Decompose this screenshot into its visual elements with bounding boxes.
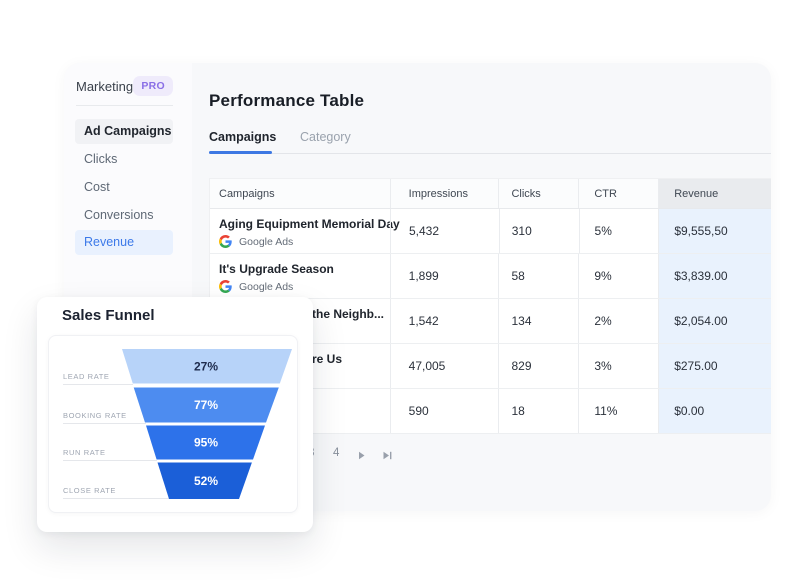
revenue-cell: $9,555,50: [658, 209, 771, 253]
sidebar-item-ad-campaigns[interactable]: Ad Campaigns: [75, 119, 173, 144]
last-page-icon[interactable]: [382, 451, 393, 460]
column-header-impressions[interactable]: Impressions: [390, 179, 499, 208]
revenue-cell: $275.00: [658, 344, 771, 388]
funnel-chart: LEAD RATE BOOKING RATE RUN RATE CLOSE RA…: [48, 335, 298, 513]
dashboard-screenshot: Marketing PRO Ad Campaigns Clicks Cost C…: [0, 0, 811, 580]
clicks-cell: 310: [499, 209, 579, 253]
next-page-icon[interactable]: [357, 451, 366, 460]
ctr-cell: 9%: [578, 254, 658, 298]
tabs-divider: [209, 153, 771, 154]
sidebar-item-revenue[interactable]: Revenue: [75, 230, 173, 255]
campaign-source-label: Google Ads: [239, 236, 293, 248]
revenue-cell: $3,839.00: [658, 254, 771, 298]
campaign-source: Google Ads: [219, 235, 293, 248]
impressions-cell: 5,432: [390, 209, 499, 253]
campaign-cell: It's Upgrade Season Google Ads: [210, 254, 390, 298]
impressions-cell: 590: [390, 389, 499, 433]
ctr-cell: 2%: [578, 299, 658, 343]
revenue-cell: $0.00: [658, 389, 771, 433]
column-header-campaigns[interactable]: Campaigns: [210, 179, 390, 208]
pro-badge: PRO: [133, 76, 173, 96]
impressions-cell: 1,542: [390, 299, 499, 343]
impressions-cell: 1,899: [390, 254, 499, 298]
ctr-cell: 3%: [578, 344, 658, 388]
funnel-value-close: 52%: [194, 474, 218, 488]
campaign-source-label: Google Ads: [239, 281, 293, 293]
funnel-value-run: 95%: [194, 436, 218, 450]
page-button-4[interactable]: 4: [333, 447, 339, 459]
google-ads-icon: [219, 235, 232, 248]
sidebar-item-conversions[interactable]: Conversions: [75, 203, 173, 228]
campaign-name: It's Upgrade Season: [219, 262, 334, 277]
clicks-cell: 18: [498, 389, 578, 433]
table-row[interactable]: It's Upgrade Season Google Ads 1,899 58 …: [210, 254, 771, 299]
campaign-name: the Neighb...: [312, 307, 384, 322]
sidebar-item-clicks[interactable]: Clicks: [75, 147, 173, 172]
clicks-cell: 58: [498, 254, 578, 298]
campaign-name: Aging Equipment Memorial Day: [219, 217, 400, 232]
active-tab-indicator: [209, 151, 272, 154]
sales-funnel-card: Sales Funnel LEAD RATE BOOKING RATE RUN …: [37, 297, 313, 532]
clicks-cell: 829: [498, 344, 578, 388]
ctr-cell: 11%: [578, 389, 658, 433]
funnel-value-booking: 77%: [194, 398, 218, 412]
campaign-name: re Us: [312, 352, 342, 367]
sales-funnel-title: Sales Funnel: [62, 307, 155, 324]
campaign-source: Google Ads: [219, 280, 293, 293]
tab-campaigns[interactable]: Campaigns: [209, 130, 276, 144]
column-header-revenue[interactable]: Revenue: [658, 179, 771, 208]
table-header-row: Campaigns Impressions Clicks CTR Revenue: [210, 179, 771, 209]
google-ads-icon: [219, 280, 232, 293]
sidebar-header: Marketing PRO: [76, 74, 173, 98]
tab-category[interactable]: Category: [300, 130, 351, 144]
page-title: Performance Table: [209, 91, 364, 111]
impressions-cell: 47,005: [390, 344, 499, 388]
column-header-clicks[interactable]: Clicks: [498, 179, 578, 208]
sidebar-divider: [76, 105, 173, 106]
revenue-cell: $2,054.00: [658, 299, 771, 343]
campaign-cell: Aging Equipment Memorial Day Google Ads: [210, 209, 390, 253]
table-row[interactable]: Aging Equipment Memorial Day Google Ads …: [210, 209, 771, 254]
funnel-value-lead: 27%: [194, 360, 218, 374]
ctr-cell: 5%: [579, 209, 659, 253]
clicks-cell: 134: [498, 299, 578, 343]
sidebar-item-cost[interactable]: Cost: [75, 175, 173, 200]
column-header-ctr[interactable]: CTR: [578, 179, 658, 208]
sidebar-app-label: Marketing: [76, 79, 133, 94]
